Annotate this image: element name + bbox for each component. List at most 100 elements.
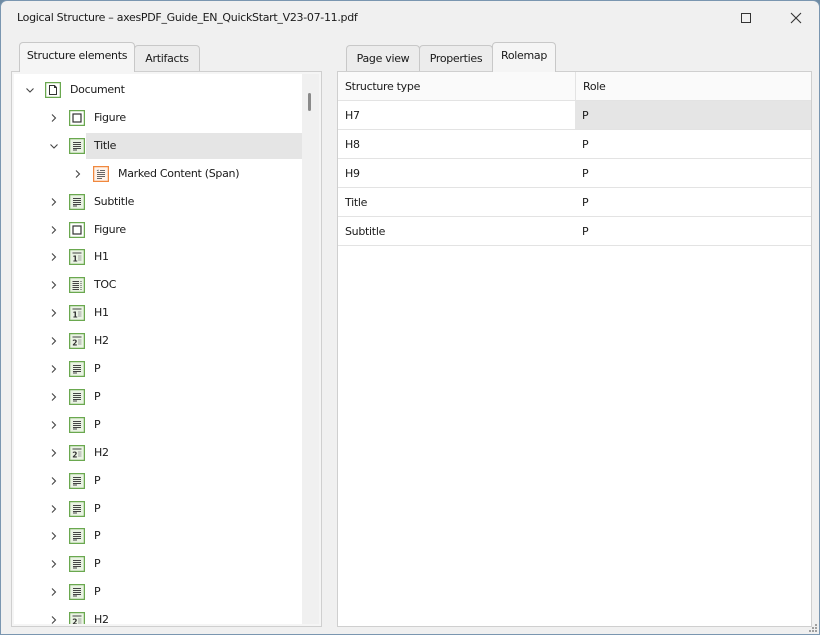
role-cell[interactable]: P xyxy=(575,159,811,187)
tree-node[interactable]: P xyxy=(14,523,302,549)
tree-node[interactable]: 2 H2 xyxy=(14,440,302,466)
tree-node[interactable]: 2 H2 xyxy=(14,607,302,624)
tree-node[interactable]: Marked Content (Span) xyxy=(14,161,302,187)
tree-node[interactable]: P xyxy=(14,412,302,438)
tree-node-label: Figure xyxy=(94,110,126,124)
chevron-right-icon[interactable] xyxy=(48,307,60,319)
chevron-right-icon[interactable] xyxy=(48,224,60,236)
tree-node-label: P xyxy=(94,585,101,599)
tree-node[interactable]: Figure xyxy=(14,217,302,243)
left-tab-bar: Structure elements Artifacts xyxy=(19,41,319,72)
tree-node[interactable]: P xyxy=(14,579,302,605)
role-cell[interactable]: P xyxy=(575,101,811,129)
rolemap-row[interactable]: H7 P xyxy=(338,101,811,130)
rolemap-row[interactable]: Subtitle P xyxy=(338,217,811,246)
figure-icon xyxy=(68,109,86,127)
figure-icon xyxy=(68,221,86,238)
maximize-icon xyxy=(741,13,751,23)
tree-node[interactable]: 1 H1 xyxy=(14,244,302,270)
chevron-right-icon[interactable] xyxy=(48,503,60,515)
column-header-role[interactable]: Role xyxy=(575,72,811,100)
structure-type-cell[interactable]: H7 xyxy=(338,101,575,129)
svg-text:1: 1 xyxy=(73,311,78,320)
tree-node[interactable]: Figure xyxy=(14,105,302,131)
chevron-right-icon[interactable] xyxy=(48,391,60,403)
chevron-down-icon[interactable] xyxy=(48,140,60,152)
close-icon xyxy=(790,12,802,24)
title-bar: Logical Structure – axesPDF_Guide_EN_Qui… xyxy=(1,1,819,35)
tree-node-label: TOC xyxy=(94,278,117,292)
tree-node-label: P xyxy=(94,529,101,543)
tab-label: Artifacts xyxy=(145,52,189,65)
tree-node-label: P xyxy=(94,557,101,571)
chevron-right-icon[interactable] xyxy=(48,335,60,347)
tree-node[interactable]: Title xyxy=(14,132,302,159)
tree-node[interactable]: P xyxy=(14,496,302,522)
structure-tree-panel: Document Figure Title Marked Content (Span)… xyxy=(11,71,322,627)
tab-page-view[interactable]: Page view xyxy=(346,45,420,71)
tree-node-label: P xyxy=(94,389,101,403)
tab-artifacts[interactable]: Artifacts xyxy=(134,45,200,71)
chevron-right-icon[interactable] xyxy=(48,419,60,431)
tree-node-label: Figure xyxy=(94,222,126,236)
structure-type-cell[interactable]: H8 xyxy=(338,130,575,158)
tree-node[interactable]: Subtitle xyxy=(14,189,302,215)
scrollbar-thumb[interactable] xyxy=(308,93,311,111)
selection-highlight xyxy=(86,132,302,159)
paragraph-icon xyxy=(68,500,86,517)
tree-node[interactable]: 2 H2 xyxy=(14,328,302,354)
chevron-right-icon[interactable] xyxy=(48,196,60,208)
column-header-structure-type[interactable]: Structure type xyxy=(338,72,575,100)
paragraph-icon xyxy=(68,193,86,210)
tree-node[interactable]: P xyxy=(14,468,302,494)
resize-grip-icon[interactable] xyxy=(809,624,817,632)
chevron-right-icon[interactable] xyxy=(48,112,60,124)
heading-2-icon: 2 xyxy=(68,332,86,350)
chevron-right-icon[interactable] xyxy=(72,168,84,180)
window-title: Logical Structure – axesPDF_Guide_EN_Qui… xyxy=(17,11,358,24)
structure-type-cell[interactable]: H9 xyxy=(338,159,575,187)
chevron-right-icon[interactable] xyxy=(48,530,60,542)
heading-2-icon: 2 xyxy=(68,444,86,461)
structure-type-cell[interactable]: Subtitle xyxy=(338,217,575,245)
marked-content-icon xyxy=(92,165,110,182)
structure-type-cell[interactable]: Title xyxy=(338,188,575,216)
tab-rolemap[interactable]: Rolemap xyxy=(492,42,556,72)
chevron-right-icon[interactable] xyxy=(48,363,60,375)
tree-node-label: P xyxy=(94,473,101,487)
role-cell[interactable]: P xyxy=(575,130,811,158)
chevron-right-icon[interactable] xyxy=(48,586,60,598)
tree-node-label: Title xyxy=(94,138,117,152)
chevron-down-icon[interactable] xyxy=(24,84,36,96)
paragraph-icon xyxy=(68,416,86,434)
chevron-right-icon[interactable] xyxy=(48,447,60,459)
tab-structure-elements[interactable]: Structure elements xyxy=(19,42,135,72)
tree-node[interactable]: TOC xyxy=(14,272,302,298)
tab-properties[interactable]: Properties xyxy=(419,45,493,71)
tree-node[interactable]: P xyxy=(14,384,302,410)
tree-node-label: Marked Content (Span) xyxy=(118,166,240,180)
tree-node[interactable]: P xyxy=(14,551,302,577)
paragraph-icon xyxy=(68,388,86,406)
rolemap-row[interactable]: Title P xyxy=(338,188,811,217)
svg-text:1: 1 xyxy=(73,255,78,264)
rolemap-row[interactable]: H9 P xyxy=(338,159,811,188)
role-cell[interactable]: P xyxy=(575,188,811,216)
tree-node-label: H2 xyxy=(94,334,109,348)
document-icon xyxy=(44,81,62,99)
chevron-right-icon[interactable] xyxy=(48,614,60,624)
right-tab-bar: Page view Properties Rolemap xyxy=(346,41,646,72)
structure-tree: Document Figure Title Marked Content (Span)… xyxy=(14,74,302,624)
rolemap-row[interactable]: H8 P xyxy=(338,130,811,159)
chevron-right-icon[interactable] xyxy=(48,251,60,263)
tree-node[interactable]: P xyxy=(14,356,302,382)
role-cell[interactable]: P xyxy=(575,217,811,245)
chevron-right-icon[interactable] xyxy=(48,558,60,570)
tree-node[interactable]: Document xyxy=(14,77,302,103)
maximize-button[interactable] xyxy=(723,1,769,35)
chevron-right-icon[interactable] xyxy=(48,475,60,487)
close-button[interactable] xyxy=(773,1,819,35)
chevron-right-icon[interactable] xyxy=(48,279,60,291)
tree-node[interactable]: 1 H1 xyxy=(14,300,302,326)
tree-scrollbar[interactable] xyxy=(302,74,319,624)
